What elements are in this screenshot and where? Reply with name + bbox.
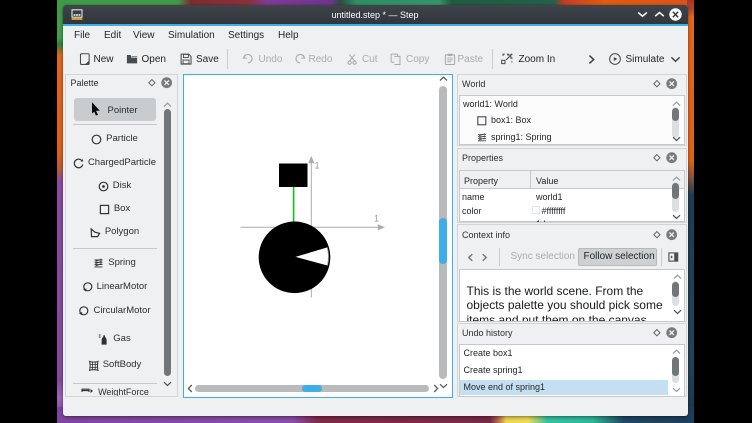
svg-text:1: 1 [374,213,379,223]
svg-text:1: 1 [315,160,320,170]
